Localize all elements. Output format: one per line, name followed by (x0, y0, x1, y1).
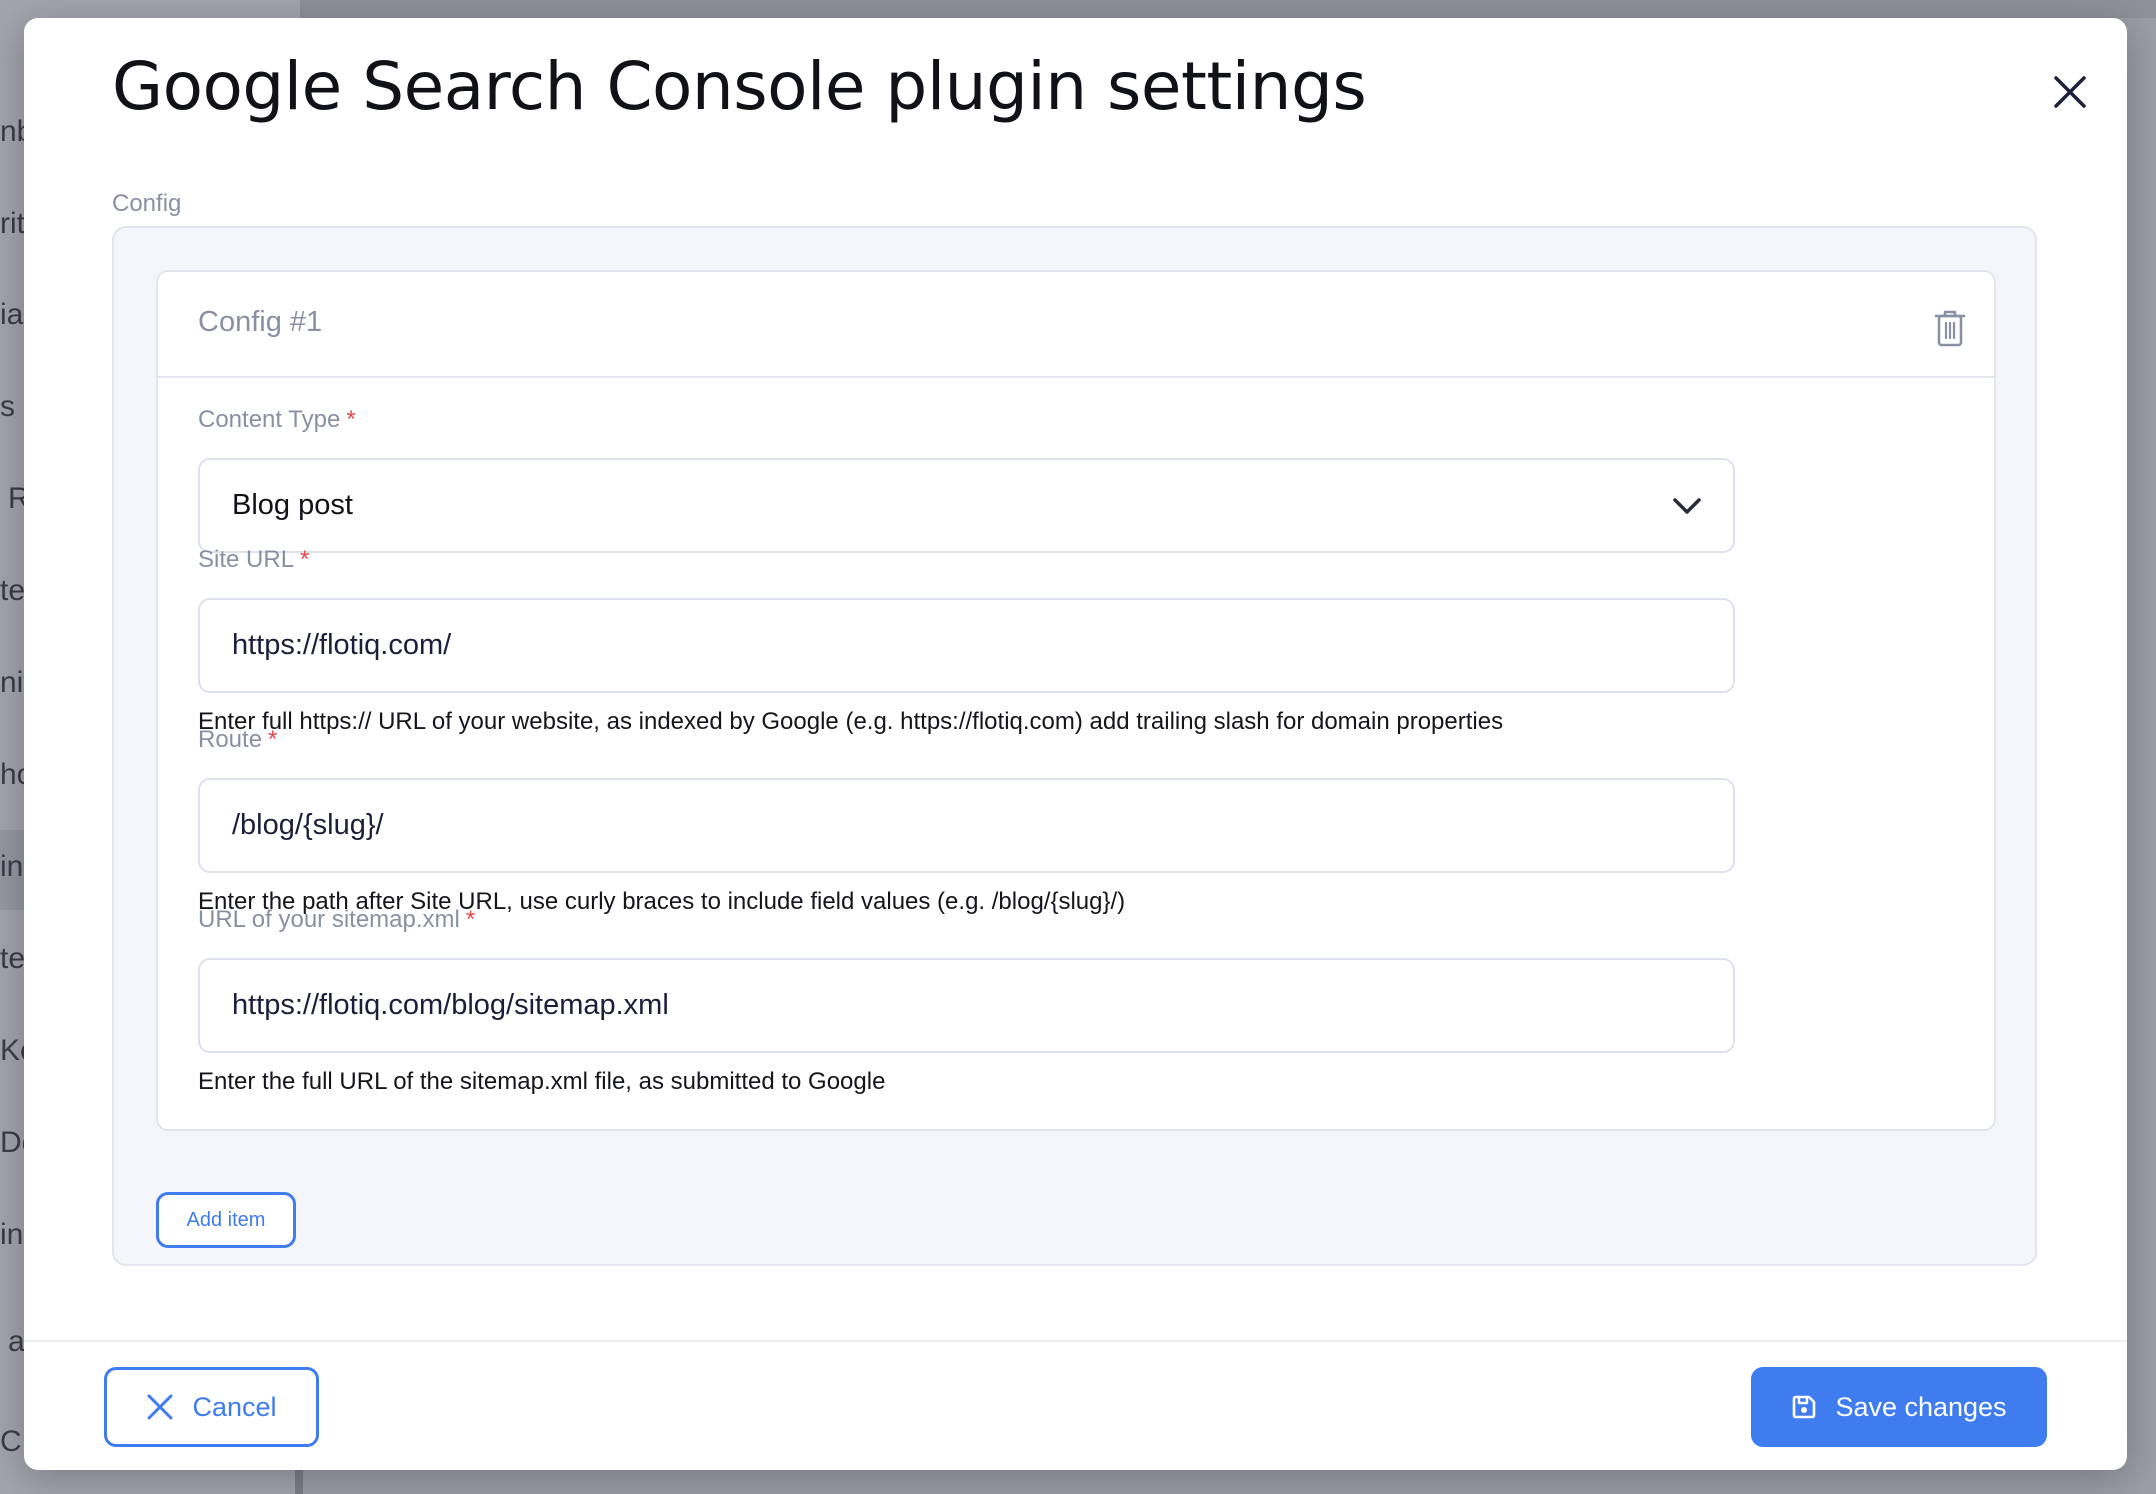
add-item-button[interactable]: Add item (156, 1192, 296, 1248)
site-url-label: Site URL * (198, 546, 309, 574)
cancel-button-label: Cancel (192, 1391, 277, 1422)
site-url-field (198, 598, 1735, 693)
sitemap-url-field (198, 958, 1735, 1053)
save-changes-button-label: Save changes (1835, 1391, 2007, 1422)
chevron-down-icon (1673, 498, 1701, 514)
config-list: Config #1 Content Type * Blog post Site … (112, 226, 2037, 1266)
sitemap-url-input[interactable] (232, 960, 1632, 1051)
save-changes-button[interactable]: Save changes (1751, 1367, 2047, 1447)
route-input[interactable] (232, 780, 1632, 871)
content-type-label-text: Content Type (198, 406, 341, 433)
content-type-label: Content Type * (198, 406, 356, 434)
route-label-text: Route (198, 726, 263, 753)
trash-icon (1934, 310, 1966, 347)
required-marker: * (300, 546, 310, 573)
sitemap-url-label-text: URL of your sitemap.xml (198, 906, 460, 933)
config-item-title: Config #1 (198, 306, 323, 338)
required-marker: * (465, 906, 476, 933)
modal-title: Google Search Console plugin settings (112, 48, 1367, 125)
floppy-disk-icon (1793, 1395, 1816, 1419)
route-label: Route * (198, 726, 277, 754)
cancel-button[interactable]: Cancel (104, 1367, 319, 1447)
site-url-help: Enter full https:// URL of your website,… (198, 708, 1504, 735)
required-marker: * (268, 726, 278, 753)
plugin-settings-modal: Google Search Console plugin settings Co… (24, 18, 2127, 1470)
close-icon (2054, 76, 2086, 108)
route-field (198, 778, 1735, 873)
sitemap-url-label: URL of your sitemap.xml * (198, 906, 475, 934)
sitemap-url-help: Enter the full URL of the sitemap.xml fi… (198, 1068, 886, 1095)
content-type-select[interactable]: Blog post (198, 458, 1735, 553)
delete-config-button[interactable] (1932, 308, 1968, 348)
config-item-header: Config #1 (158, 272, 1994, 378)
close-button[interactable] (2044, 66, 2096, 118)
section-label: Config (112, 190, 182, 217)
content-type-select-value: Blog post (232, 489, 353, 521)
config-item: Config #1 Content Type * Blog post Site … (156, 270, 1996, 1131)
site-url-input[interactable] (232, 600, 1632, 691)
required-marker: * (346, 406, 356, 433)
site-url-label-text: Site URL (198, 546, 295, 573)
x-icon (147, 1394, 173, 1420)
background-topbar (300, 0, 2156, 18)
footer-divider (24, 1340, 2127, 1342)
